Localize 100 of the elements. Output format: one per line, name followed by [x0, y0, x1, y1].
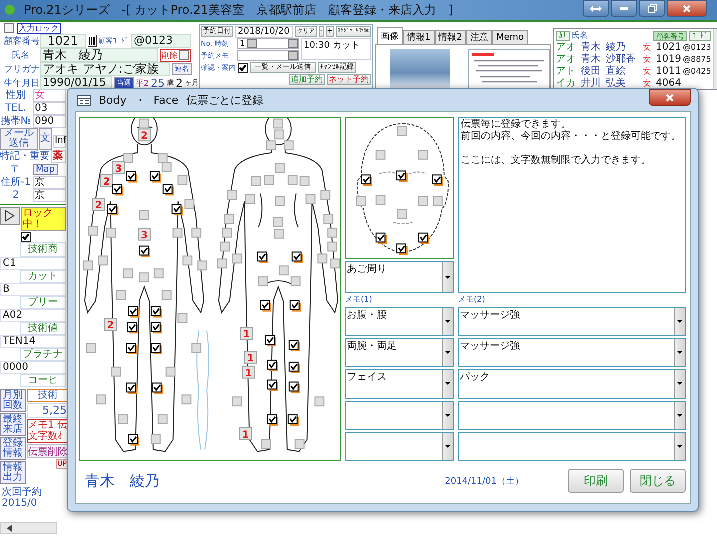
checkbox[interactable]	[433, 196, 443, 206]
checkbox[interactable]	[154, 268, 164, 279]
checkbox[interactable]	[222, 228, 232, 238]
checkbox[interactable]	[162, 184, 174, 196]
minimize-button[interactable]	[611, 0, 637, 17]
checkbox[interactable]	[139, 272, 149, 283]
checkbox[interactable]	[112, 184, 124, 196]
checkbox[interactable]	[300, 176, 310, 186]
count-badge[interactable]: 3	[138, 228, 151, 242]
slip-delete-button[interactable]: 伝票削除	[27, 444, 69, 458]
checkbox[interactable]	[88, 226, 98, 236]
checkbox[interactable]	[139, 118, 149, 129]
checkbox[interactable]	[306, 194, 316, 204]
checkbox[interactable]	[128, 306, 140, 318]
checkbox[interactable]	[198, 260, 208, 271]
checkbox[interactable]	[178, 175, 188, 186]
tab[interactable]: 情報1	[403, 30, 435, 44]
checkbox[interactable]	[98, 256, 108, 266]
checkbox[interactable]	[324, 214, 334, 224]
kana-field[interactable]: アオキ アヤノ:ご家族	[40, 62, 170, 76]
number-select[interactable]: 1	[237, 38, 299, 49]
checkbox[interactable]	[83, 260, 94, 271]
checkbox[interactable]	[232, 396, 242, 407]
play-button[interactable]	[0, 207, 20, 225]
checkbox[interactable]	[288, 175, 298, 186]
checkbox[interactable]	[398, 126, 408, 136]
side-button[interactable]: 最終来店	[0, 413, 26, 436]
delete-toggle[interactable]: 削除	[160, 48, 191, 62]
checkbox[interactable]	[398, 209, 408, 220]
checkbox[interactable]	[123, 268, 134, 279]
checkbox[interactable]	[158, 154, 168, 164]
side-button[interactable]: 情報出力	[0, 461, 26, 484]
count-badge[interactable]: 1	[240, 327, 254, 341]
checkbox[interactable]	[432, 174, 444, 186]
mail-send-button[interactable]: メール送信	[0, 128, 38, 150]
checkbox[interactable]	[361, 174, 372, 186]
checkbox[interactable]	[166, 366, 176, 377]
count-badge[interactable]: 2	[100, 174, 114, 188]
checkbox[interactable]	[273, 118, 283, 129]
checkbox[interactable]	[274, 130, 284, 140]
checkbox[interactable]	[107, 204, 119, 216]
count-badge[interactable]: 2	[138, 128, 151, 142]
checkbox[interactable]	[118, 414, 128, 424]
checkbox[interactable]	[184, 199, 195, 210]
memo-select[interactable]: 両腕・両足	[345, 338, 454, 368]
checkbox[interactable]	[150, 343, 162, 354]
count-badge[interactable]: 3	[112, 161, 126, 175]
checkbox[interactable]	[273, 217, 283, 227]
checkbox[interactable]	[267, 360, 278, 372]
memo-select[interactable]: お腹・腰	[345, 307, 454, 336]
checkbox[interactable]	[288, 362, 300, 374]
count-badge[interactable]: 1	[242, 366, 256, 380]
checkbox[interactable]	[290, 300, 302, 312]
checkbox[interactable]	[257, 252, 269, 264]
checkbox[interactable]	[258, 276, 268, 287]
mobile-field[interactable]: 090	[33, 115, 66, 128]
text-button[interactable]: 文	[39, 128, 52, 150]
tab[interactable]: 情報2	[434, 30, 466, 44]
memo-select[interactable]	[345, 432, 454, 461]
memo-select[interactable]: マッサージ強	[458, 338, 686, 368]
checkbox[interactable]	[290, 276, 301, 287]
checkbox[interactable]	[320, 190, 331, 200]
checkbox[interactable]	[275, 196, 285, 206]
checkbox[interactable]	[279, 266, 289, 276]
memo-select[interactable]	[458, 400, 686, 430]
checkbox[interactable]	[192, 228, 202, 238]
checkbox[interactable]	[356, 196, 366, 206]
notes-textarea[interactable]: 伝票毎に登録できます。 前回の内容、今回の内容・・・と登録可能です。 ここには、文字数無制限で入力できます。	[458, 117, 686, 293]
checkbox[interactable]	[265, 335, 276, 347]
checkbox[interactable]	[274, 228, 284, 239]
info-field[interactable]: Inf	[53, 135, 66, 148]
checkbox[interactable]	[4, 23, 14, 33]
checkbox[interactable]	[116, 290, 126, 300]
checkbox[interactable]	[396, 244, 408, 256]
checkbox[interactable]	[376, 232, 388, 244]
checkbox[interactable]	[284, 140, 294, 151]
checkbox[interactable]	[162, 162, 172, 172]
customer-code-field[interactable]: @0123	[131, 34, 191, 48]
address-field[interactable]: 京	[33, 176, 66, 189]
side-button[interactable]: 登録情報	[0, 437, 26, 460]
scrollbar[interactable]	[0, 522, 57, 534]
memo-select[interactable]	[345, 400, 454, 430]
checkbox[interactable]	[96, 394, 106, 405]
checkbox[interactable]	[182, 394, 192, 405]
checkbox[interactable]	[328, 228, 338, 238]
side-button[interactable]: 月別回数	[0, 389, 26, 412]
checkbox[interactable]	[21, 232, 31, 242]
checkbox[interactable]	[217, 258, 228, 269]
checkbox[interactable]	[106, 228, 116, 238]
checkbox[interactable]	[376, 195, 386, 206]
close-button[interactable]	[667, 0, 707, 17]
map-button[interactable]: Map	[33, 164, 58, 175]
checkbox[interactable]	[158, 414, 168, 424]
checkbox[interactable]	[238, 62, 248, 72]
checkbox[interactable]	[292, 252, 304, 264]
customer-number-field[interactable]: 1021	[40, 34, 86, 48]
checkbox[interactable]	[264, 175, 274, 186]
area-select[interactable]: あご周り	[345, 261, 454, 293]
checkbox[interactable]	[251, 176, 262, 186]
memo-select[interactable]	[458, 432, 686, 461]
